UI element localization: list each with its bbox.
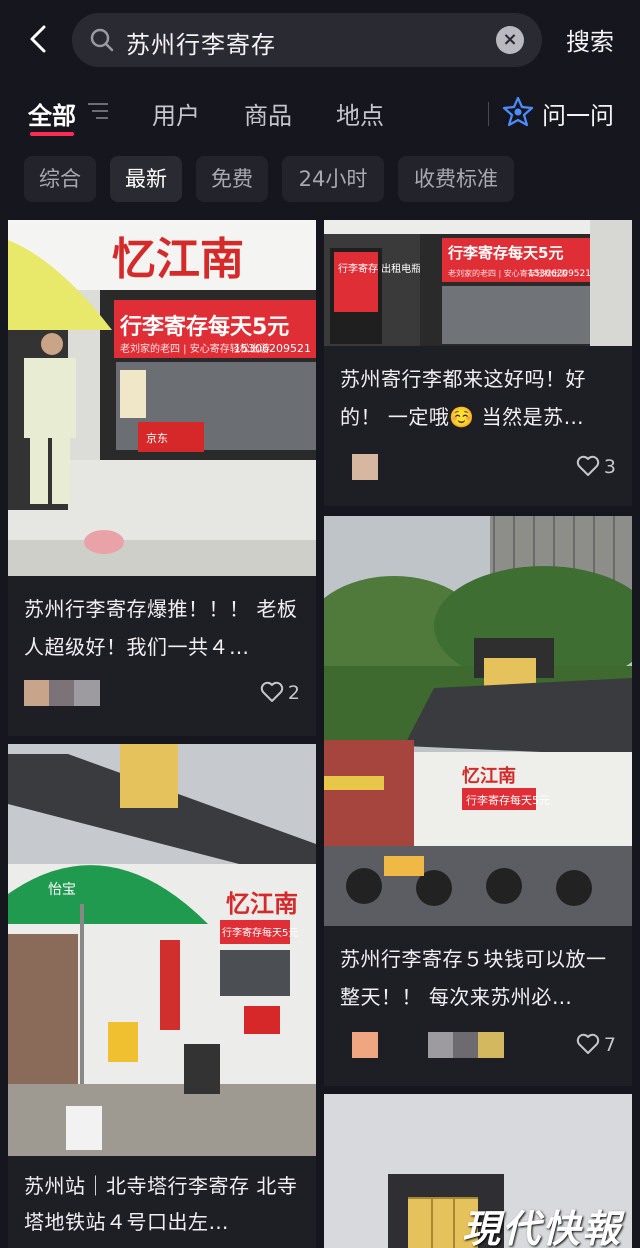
chip-free[interactable]: 免费	[196, 156, 268, 202]
sign-banner: 行李寄存每天5元	[119, 314, 289, 340]
tab-divider	[488, 102, 489, 126]
sign-name: 忆江南	[112, 234, 244, 285]
search-query: 苏州行李寄存	[126, 31, 276, 59]
like-count[interactable]: 2	[260, 680, 300, 706]
sign-side: 行李寄存 出租电瓶车	[338, 262, 431, 275]
avatar	[428, 1032, 504, 1058]
search-button[interactable]: 搜索	[566, 22, 614, 57]
sign-phone: 15306209521	[234, 342, 311, 355]
card-photo: 忆江南 行李寄存每天5元 怡宝	[8, 744, 316, 1156]
sign-banner: 行李寄存每天5元	[466, 793, 550, 807]
sign-banner: 行李寄存每天5元	[447, 244, 563, 262]
sign-phone: 15306209521	[528, 269, 591, 279]
result-card[interactable]: 忆江南 行李寄存每天5元 怡宝 苏州站｜北寺塔行李寄存 北寺塔地铁站４号口出左…	[8, 744, 316, 1248]
sign-name: 忆江南	[462, 765, 516, 787]
umbrella-text: 怡宝	[48, 882, 76, 898]
card-meta: 7	[340, 1032, 616, 1060]
card-title[interactable]: 苏州站｜北寺塔行李寄存 北寺塔地铁站４号口出左…	[24, 1168, 302, 1240]
chip-pricing[interactable]: 收费标准	[398, 156, 514, 202]
heart-icon	[260, 681, 284, 702]
like-count[interactable]: 7	[576, 1032, 616, 1058]
tab-places[interactable]: 地点	[336, 96, 384, 131]
tab-active-indicator	[30, 132, 74, 136]
avatar	[352, 454, 378, 480]
watermark-logo: 現代快報	[461, 1206, 622, 1248]
tab-products[interactable]: 商品	[244, 96, 292, 131]
result-card[interactable]: 忆江南 行李寄存每天5元 苏州行李寄存５块钱可以放一整天！！ 每次来苏州必… 7	[324, 516, 632, 1086]
avatar	[24, 680, 100, 706]
card-title[interactable]: 苏州行李寄存５块钱可以放一整天！！ 每次来苏州必…	[340, 940, 618, 1016]
heart-icon	[576, 1033, 600, 1054]
result-tabs: 全部 用户 商品 地点 问一问	[0, 86, 640, 146]
filter-chips: 综合 最新 免费 24小时 收费标准	[0, 156, 640, 204]
sign-name: 忆江南	[226, 890, 298, 918]
card-photo: 忆江南 行李寄存每天5元 老刘家的老四 | 安心寄存轻松出游 153062095…	[8, 220, 316, 576]
heart-icon	[576, 455, 600, 476]
card-title[interactable]: 苏州寄行李都来这好吗！好的！ 一定哦☺️ 当然是苏…	[340, 360, 618, 436]
chip-comprehensive[interactable]: 综合	[24, 156, 96, 202]
card-title[interactable]: 苏州行李寄存爆推！！！ 老板人超级好！我们一共４…	[24, 590, 302, 666]
tab-ask[interactable]: 问一问	[542, 96, 614, 131]
like-count[interactable]: 3	[576, 454, 616, 480]
box-label: 京东	[146, 431, 168, 445]
tab-users[interactable]: 用户	[152, 96, 200, 131]
clear-icon[interactable]: ×	[496, 26, 524, 54]
tab-all[interactable]: 全部	[28, 96, 76, 131]
search-icon	[88, 26, 116, 54]
avatar	[352, 1032, 378, 1058]
filter-icon[interactable]	[86, 100, 110, 122]
back-arrow-icon[interactable]	[22, 22, 56, 56]
card-meta: 3	[340, 454, 616, 482]
search-header: 苏州行李寄存 × 搜索	[0, 0, 640, 80]
chip-latest[interactable]: 最新	[110, 156, 182, 202]
ask-star-icon[interactable]	[502, 96, 534, 128]
card-photo: 忆江南 行李寄存每天5元	[324, 516, 632, 926]
chip-24h[interactable]: 24小时	[282, 156, 384, 202]
search-input[interactable]: 苏州行李寄存 ×	[72, 13, 542, 67]
card-meta: 2	[24, 680, 300, 708]
result-card[interactable]: 忆江南 行李寄存每天5元 老刘家的老四 | 安心寄存轻松出游 153062095…	[8, 220, 316, 736]
result-card[interactable]: 行李寄存 出租电瓶车 行李寄存每天5元 老刘家的老四 | 安心寄存轻松出游 15…	[324, 220, 632, 506]
sign-banner: 行李寄存每天5元	[222, 926, 298, 939]
card-photo: 行李寄存 出租电瓶车 行李寄存每天5元 老刘家的老四 | 安心寄存轻松出游 15…	[324, 220, 632, 346]
